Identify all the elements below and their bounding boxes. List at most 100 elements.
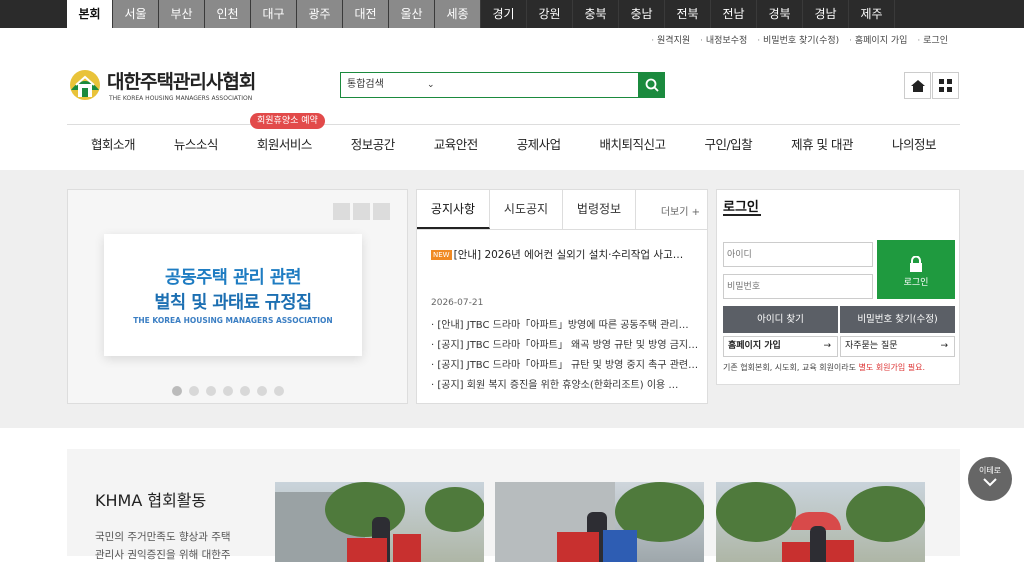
- photo-person: [810, 526, 826, 562]
- region-tab-active[interactable]: 본회: [67, 0, 113, 28]
- arrow-right-icon: →: [823, 341, 831, 351]
- region-tab[interactable]: 충남: [619, 0, 665, 28]
- banner-next-button[interactable]: [373, 203, 390, 220]
- nav-item[interactable]: 정보공간: [351, 125, 396, 164]
- region-tab[interactable]: 서울: [113, 0, 159, 28]
- home-icon: [910, 79, 925, 92]
- nav-item[interactable]: 뉴스소식: [174, 125, 219, 164]
- user-id-field[interactable]: [723, 242, 873, 267]
- search-button[interactable]: [638, 72, 665, 97]
- resort-reservation-badge[interactable]: 회원휴양소 예약: [250, 113, 325, 129]
- tab-regional-notice[interactable]: 시도공지: [490, 190, 563, 229]
- region-tab[interactable]: 충북: [573, 0, 619, 28]
- region-tab[interactable]: 경기: [481, 0, 527, 28]
- join-button[interactable]: 홈페이지 가입 →: [723, 336, 838, 357]
- site-logo[interactable]: 대한주택관리사협회 THE KOREA HOUSING MANAGERS ASS…: [67, 67, 256, 102]
- region-tab[interactable]: 세종: [435, 0, 481, 28]
- notice-headline-text: [안내] 2026년 에어컨 실외기 설치·수리작업 사고…: [453, 249, 684, 261]
- banner-prev-button[interactable]: [333, 203, 350, 220]
- chevron-down-icon: ⌄: [427, 80, 435, 90]
- banner-dot[interactable]: [189, 386, 199, 396]
- login-button[interactable]: 로그인: [877, 240, 955, 299]
- search-bar: 통합검색 ⌄: [340, 72, 665, 98]
- photo-sign: [347, 538, 387, 562]
- region-tab[interactable]: 전북: [665, 0, 711, 28]
- search-category-select[interactable]: 통합검색 ⌄: [341, 73, 638, 97]
- main-banner[interactable]: 공동주택 관리 관련 벌칙 및 과태료 규정집 THE KOREA HOUSIN…: [67, 189, 408, 404]
- nav-item[interactable]: 나의정보: [892, 125, 937, 164]
- banner-dot[interactable]: [240, 386, 250, 396]
- banner-dot[interactable]: [257, 386, 267, 396]
- nav-item[interactable]: 배치퇴직신고: [600, 125, 667, 164]
- region-tab[interactable]: 광주: [297, 0, 343, 28]
- sitemap-button[interactable]: [932, 72, 959, 99]
- find-id-button[interactable]: 아이디 찾기: [723, 306, 838, 333]
- list-item[interactable]: [공지] JTBC 드라마「아파트」 왜곡 방영 규탄 및 방영 금지…: [431, 336, 698, 356]
- photo-tree: [846, 486, 925, 542]
- region-tab[interactable]: 대구: [251, 0, 297, 28]
- region-tab[interactable]: 제주: [849, 0, 895, 28]
- home-button[interactable]: [904, 72, 931, 99]
- region-tab[interactable]: 전남: [711, 0, 757, 28]
- join-label: 홈페이지 가입: [728, 341, 781, 351]
- list-item[interactable]: [공지] 회원 복지 증진을 위한 휴양소(한화리조트) 이용 …: [431, 376, 698, 396]
- region-tab[interactable]: 경북: [757, 0, 803, 28]
- photo-sign: [782, 542, 810, 562]
- activity-photo[interactable]: [275, 482, 484, 562]
- notice-board: 공지사항 시도공지 법령정보 더보기 + NEW [안내] 2026년 에어컨 실…: [416, 189, 708, 404]
- list-item[interactable]: [안내] JTBC 드라마「아파트」방영에 따른 공동주택 관리…: [431, 316, 698, 336]
- region-tab[interactable]: 강원: [527, 0, 573, 28]
- region-tab[interactable]: 부산: [159, 0, 205, 28]
- signup-link[interactable]: 홈페이지 가입: [849, 33, 908, 46]
- scroll-button[interactable]: 이테로: [968, 457, 1012, 501]
- tab-law-info[interactable]: 법령정보: [563, 190, 636, 229]
- nav-item[interactable]: 교육안전: [434, 125, 479, 164]
- photo-tree: [716, 482, 796, 542]
- tab-notice[interactable]: 공지사항: [417, 190, 490, 229]
- banner-dot[interactable]: [223, 386, 233, 396]
- note-text: 기존 협회본회, 시도회, 교육 회원이라도: [723, 363, 859, 372]
- edit-profile-link[interactable]: 내정보수정: [700, 33, 747, 46]
- scroll-button-label: 이테로: [978, 466, 1002, 475]
- nav-item[interactable]: 구인/입찰: [704, 125, 752, 164]
- new-badge: NEW: [431, 250, 452, 260]
- notice-headline[interactable]: NEW [안내] 2026년 에어컨 실외기 설치·수리작업 사고…: [431, 247, 683, 262]
- region-tab[interactable]: 대전: [343, 0, 389, 28]
- banner-line-1: 공동주택 관리 관련: [165, 268, 302, 288]
- logo-name: 대한주택관리사협회: [107, 71, 256, 93]
- more-link[interactable]: 더보기 +: [661, 203, 700, 218]
- banner-dot[interactable]: [206, 386, 216, 396]
- login-button-label: 로그인: [903, 278, 929, 288]
- activity-photo[interactable]: [495, 482, 704, 562]
- region-tab[interactable]: 울산: [389, 0, 435, 28]
- faq-button[interactable]: 자주묻는 질문 →: [840, 336, 955, 357]
- nav-item[interactable]: 협회소개: [91, 125, 136, 164]
- login-title: 로그인: [723, 200, 759, 215]
- region-tab[interactable]: 인천: [205, 0, 251, 28]
- list-item[interactable]: [공지] JTBC 드라마「아파트」 규탄 및 방영 중지 촉구 관련…: [431, 356, 698, 376]
- note-highlight: 별도 회원가입 필요.: [858, 363, 926, 372]
- nav-item[interactable]: 공제사업: [517, 125, 562, 164]
- activity-photo[interactable]: [716, 482, 925, 562]
- banner-card: 공동주택 관리 관련 벌칙 및 과태료 규정집 THE KOREA HOUSIN…: [104, 234, 362, 356]
- banner-line-2: 벌칙 및 과태료 규정집: [154, 293, 312, 313]
- password-field[interactable]: [723, 274, 873, 299]
- remote-support-link[interactable]: 원격지원: [651, 33, 690, 46]
- login-link[interactable]: 로그인: [917, 33, 948, 46]
- logo-english: THE KOREA HOUSING MANAGERS ASSOCIATION: [109, 95, 253, 102]
- chevron-down-icon: [983, 478, 997, 487]
- nav-item[interactable]: 회원서비스: [257, 125, 313, 164]
- region-tabs: 본회 서울 부산 인천 대구 광주 대전 울산 세종 경기 강원 충북 충남 전…: [67, 0, 895, 28]
- find-password-link[interactable]: 비밀번호 찾기(수정): [757, 33, 839, 46]
- nav-item[interactable]: 제휴 및 대관: [791, 125, 853, 164]
- banner-dot[interactable]: [172, 386, 182, 396]
- banner-pause-button[interactable]: [353, 203, 370, 220]
- search-category-label: 통합검색: [347, 79, 384, 90]
- find-password-button[interactable]: 비밀번호 찾기(수정): [840, 306, 955, 333]
- banner-controls: [333, 203, 390, 220]
- banner-dot[interactable]: [274, 386, 284, 396]
- photo-sign: [557, 532, 599, 562]
- region-tab[interactable]: 경남: [803, 0, 849, 28]
- notice-date: 2026-07-21: [431, 298, 484, 308]
- arrow-right-icon: →: [940, 341, 948, 351]
